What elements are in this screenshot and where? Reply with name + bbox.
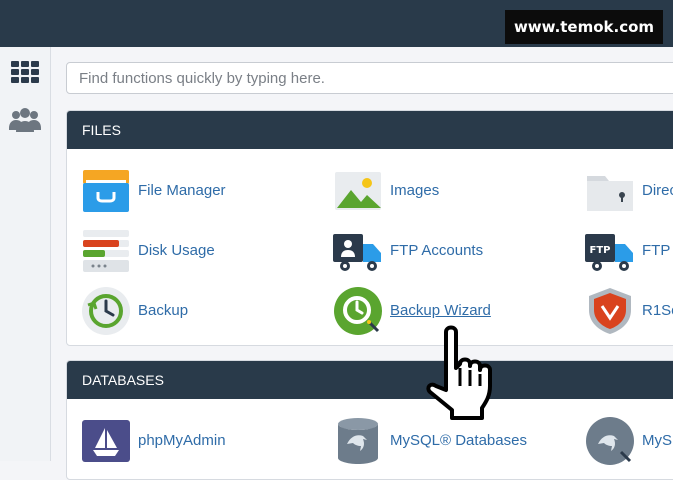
disk-usage-label: Disk Usage (138, 242, 215, 259)
mysql-wizard-link[interactable]: MyS (585, 416, 673, 466)
file-manager-label: File Manager (138, 182, 226, 199)
ftp-accounts-label: FTP Accounts (390, 242, 484, 259)
mysql-wizard-label: MyS (642, 432, 672, 449)
users-icon[interactable] (9, 104, 41, 136)
databases-panel-title: DATABASES (67, 361, 673, 399)
ftp-connections-label: FTP C (642, 242, 673, 259)
r1soft-label: R1So (642, 302, 673, 319)
file-manager-icon (81, 166, 131, 216)
databases-panel: DATABASES phpMyAdmin MySQL® Databases My… (66, 360, 673, 480)
directory-privacy-link[interactable]: Direc (585, 166, 673, 216)
svg-text:FTP: FTP (590, 245, 611, 256)
phpmyadmin-label: phpMyAdmin (138, 432, 226, 449)
mysql-wizard-icon (585, 416, 635, 466)
backup-label: Backup (138, 302, 189, 319)
files-panel: FILES File Manager Images Dire Disk Usag… (66, 110, 673, 346)
r1soft-icon (585, 286, 635, 336)
grid-icon[interactable] (9, 57, 41, 89)
directory-privacy-label: Direc (642, 182, 673, 199)
brand-watermark: www.temok.com (505, 10, 663, 44)
file-manager-link[interactable]: File Manager (81, 166, 281, 216)
backup-wizard-icon (333, 286, 383, 336)
disk-usage-icon (81, 226, 131, 276)
files-panel-title: FILES (67, 111, 673, 149)
r1soft-link[interactable]: R1So (585, 286, 673, 336)
backup-wizard-label: Backup Wizard (390, 302, 491, 319)
ftp-connections-link[interactable]: FTP FTP C (585, 226, 673, 276)
phpmyadmin-icon (81, 416, 131, 466)
backup-icon (81, 286, 131, 336)
disk-usage-link[interactable]: Disk Usage (81, 226, 281, 276)
search-input[interactable] (66, 62, 673, 94)
images-label: Images (390, 182, 440, 199)
mysql-databases-icon (333, 416, 383, 466)
directory-privacy-icon (585, 166, 635, 216)
phpmyadmin-link[interactable]: phpMyAdmin (81, 416, 281, 466)
ftp-connections-icon: FTP (585, 226, 635, 276)
sidebar (0, 47, 51, 461)
backup-link[interactable]: Backup (81, 286, 281, 336)
ftp-accounts-link[interactable]: FTP Accounts (333, 226, 533, 276)
hand-cursor-icon (426, 325, 492, 420)
images-link[interactable]: Images (333, 166, 533, 216)
top-bar: www.temok.com (0, 0, 673, 47)
images-icon (333, 166, 383, 216)
ftp-accounts-icon (333, 226, 383, 276)
